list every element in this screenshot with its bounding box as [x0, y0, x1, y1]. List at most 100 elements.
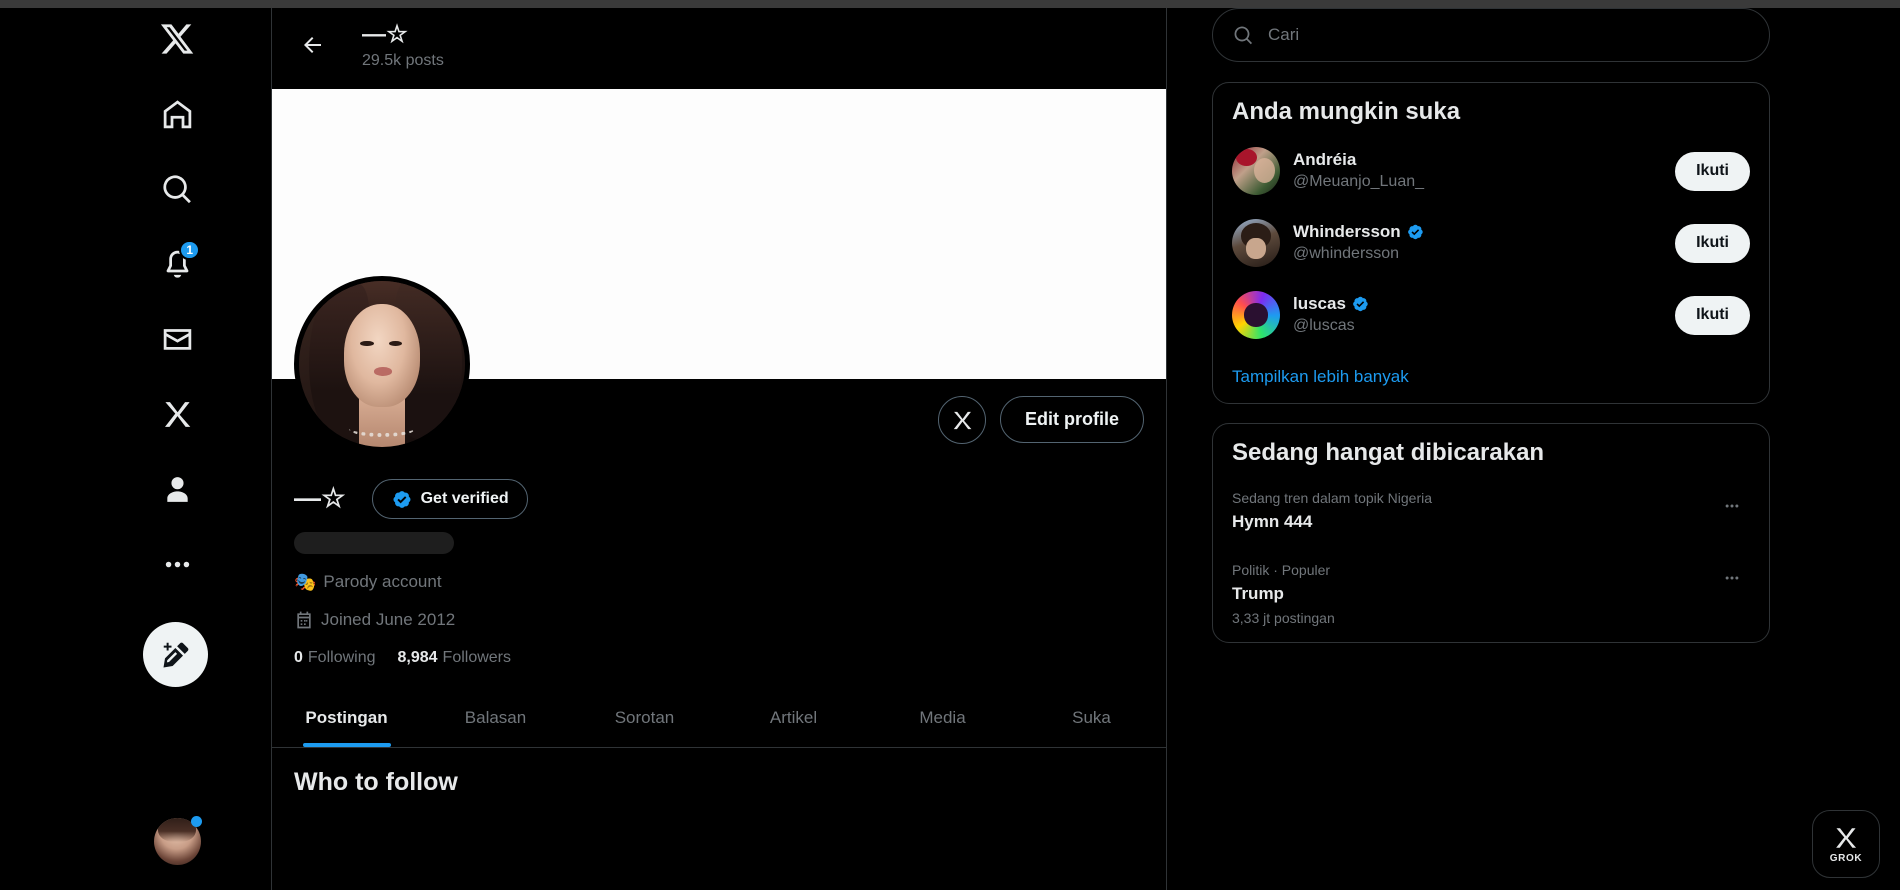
follow-button[interactable]: Ikuti [1675, 295, 1750, 335]
more-horizontal-icon [1725, 576, 1739, 580]
sidebar-item-home[interactable] [146, 83, 208, 145]
tab-suka[interactable]: Suka [1017, 688, 1166, 747]
compose-post-button[interactable] [143, 622, 208, 687]
follow-button[interactable]: Ikuti [1675, 151, 1750, 191]
profile-handle-skeleton [294, 532, 454, 554]
calendar-icon [297, 611, 311, 629]
grok-fab-label: GROK [1829, 852, 1863, 864]
suggestion-handle: @whindersson [1293, 245, 1400, 263]
sidebar-item-grok[interactable] [146, 383, 208, 445]
tab-label: Postingan [305, 707, 388, 727]
account-status-dot [191, 816, 202, 827]
followers-label: Followers [442, 649, 512, 666]
grok-icon [953, 411, 971, 429]
following-label: Following [307, 649, 376, 666]
grok-profile-button[interactable] [938, 396, 986, 444]
suggestion-name: luscas [1293, 294, 1346, 314]
header-title-group: —☆ 29.5k posts [362, 20, 444, 70]
verified-badge-icon [1406, 223, 1424, 241]
profile-action-row: Edit profile [272, 276, 1166, 471]
suggestions-title: Anda mungkin suka [1232, 98, 1461, 125]
followers-count: 8,984 [397, 649, 438, 666]
avatar [1232, 291, 1280, 339]
suggestion-handle: @Meuanjo_Luan_ [1293, 173, 1425, 191]
display-name-row: —☆ Get verified [294, 479, 1144, 519]
suggestion-name: Andréia [1293, 150, 1357, 170]
suggestion-info: Whindersson @whindersson [1293, 221, 1662, 265]
grok-icon [1836, 827, 1857, 848]
suggestion-info: luscas @luscas [1293, 293, 1662, 337]
sidebar-item-profile[interactable] [146, 458, 208, 520]
tab-label: Suka [1072, 707, 1111, 727]
tab-label: Artikel [769, 707, 818, 727]
profile-stats: 0 Following 8,984 Followers [294, 649, 1144, 667]
post-count: 29.5k posts [362, 51, 444, 69]
trend-category: Politik · Populer [1232, 561, 1331, 578]
right-sidebar: Anda mungkin suka Andréia @Meuanjo_Luan_… [1167, 0, 1900, 890]
x-logo-icon[interactable] [146, 8, 208, 70]
page-title: —☆ [362, 20, 408, 48]
joined-date-label: Joined June 2012 [321, 610, 456, 629]
trend-category: Sedang tren dalam topik Nigeria [1232, 490, 1433, 506]
following-count: 0 [294, 649, 303, 666]
who-to-follow-heading: Who to follow [294, 768, 458, 796]
trend-more-button[interactable] [1714, 560, 1750, 596]
suggestion-info: Andréia @Meuanjo_Luan_ [1293, 149, 1662, 193]
trend-info: Politik · Populer Trump 3,33 jt postinga… [1232, 560, 1714, 630]
account-switcher[interactable] [146, 810, 208, 872]
trend-more-button[interactable] [1714, 488, 1750, 524]
arrow-left-icon [304, 36, 321, 53]
tab-artikel[interactable]: Artikel [719, 688, 868, 747]
tab-label: Balasan [464, 707, 527, 727]
profile-avatar[interactable] [294, 276, 470, 452]
following-stat[interactable]: 0 Following [294, 649, 376, 667]
grok-floating-button[interactable]: GROK [1812, 810, 1880, 878]
suggestions-panel: Anda mungkin suka Andréia @Meuanjo_Luan_… [1212, 82, 1770, 404]
follow-button[interactable]: Ikuti [1675, 223, 1750, 263]
get-verified-label: Get verified [420, 490, 509, 507]
show-more-suggestions-link[interactable]: Tampilkan lebih banyak [1213, 351, 1769, 403]
trend-post-count: 3,33 jt postingan [1232, 610, 1335, 627]
edit-profile-button[interactable]: Edit profile [1000, 396, 1144, 443]
avatar [1232, 147, 1280, 195]
tab-label: Media [919, 707, 966, 727]
left-navigation-sidebar: 1 [0, 0, 271, 890]
x-app-root: 1 —☆ 29.5k posts Edit profile —☆ Get ver… [0, 0, 1900, 890]
notifications-badge: 1 [179, 240, 200, 260]
trend-name: Trump [1232, 583, 1284, 603]
joined-date-row: Joined June 2012 [294, 610, 1144, 630]
tab-balasan[interactable]: Balasan [421, 688, 570, 747]
list-item[interactable]: Politik · Populer Trump 3,33 jt postinga… [1213, 548, 1769, 643]
suggestion-handle: @luscas [1293, 317, 1355, 335]
list-item[interactable]: Whindersson @whindersson Ikuti [1213, 207, 1769, 279]
profile-tabs: Postingan Balasan Sorotan Artikel Media … [272, 688, 1166, 748]
parody-account-row: 🎭 Parody account [294, 572, 1144, 592]
suggestion-name-row: Andréia [1293, 149, 1662, 171]
tab-sorotan[interactable]: Sorotan [570, 688, 719, 747]
more-horizontal-icon [1725, 504, 1739, 508]
list-item[interactable]: Sedang tren dalam topik Nigeria Hymn 444 [1213, 476, 1769, 548]
suggestion-name-row: luscas [1293, 293, 1662, 315]
parody-account-label: Parody account [323, 572, 442, 591]
sidebar-item-notifications[interactable]: 1 [146, 233, 208, 295]
avatar [1232, 219, 1280, 267]
suggestion-name: Whindersson [1293, 222, 1401, 242]
tab-label: Sorotan [614, 707, 675, 727]
get-verified-button[interactable]: Get verified [371, 479, 528, 519]
search-input[interactable] [1268, 25, 1749, 45]
suggestion-name-row: Whindersson [1293, 221, 1662, 243]
followers-stat[interactable]: 8,984 Followers [398, 649, 512, 667]
sidebar-item-more[interactable] [146, 533, 208, 595]
tab-postingan[interactable]: Postingan [272, 688, 421, 747]
list-item[interactable]: Andréia @Meuanjo_Luan_ Ikuti [1213, 135, 1769, 207]
theater-masks-icon: 🎭 [294, 572, 317, 592]
list-item[interactable]: luscas @luscas Ikuti [1213, 279, 1769, 351]
tab-media[interactable]: Media [868, 688, 1017, 747]
profile-display-name: —☆ [294, 483, 346, 514]
verified-badge-icon [1351, 295, 1369, 313]
profile-details: —☆ Get verified 🎭 Parody account Joined … [272, 479, 1166, 667]
sidebar-item-messages[interactable] [146, 308, 208, 370]
search-bar[interactable] [1212, 8, 1770, 62]
back-button[interactable] [292, 24, 334, 66]
sidebar-item-explore[interactable] [146, 158, 208, 220]
